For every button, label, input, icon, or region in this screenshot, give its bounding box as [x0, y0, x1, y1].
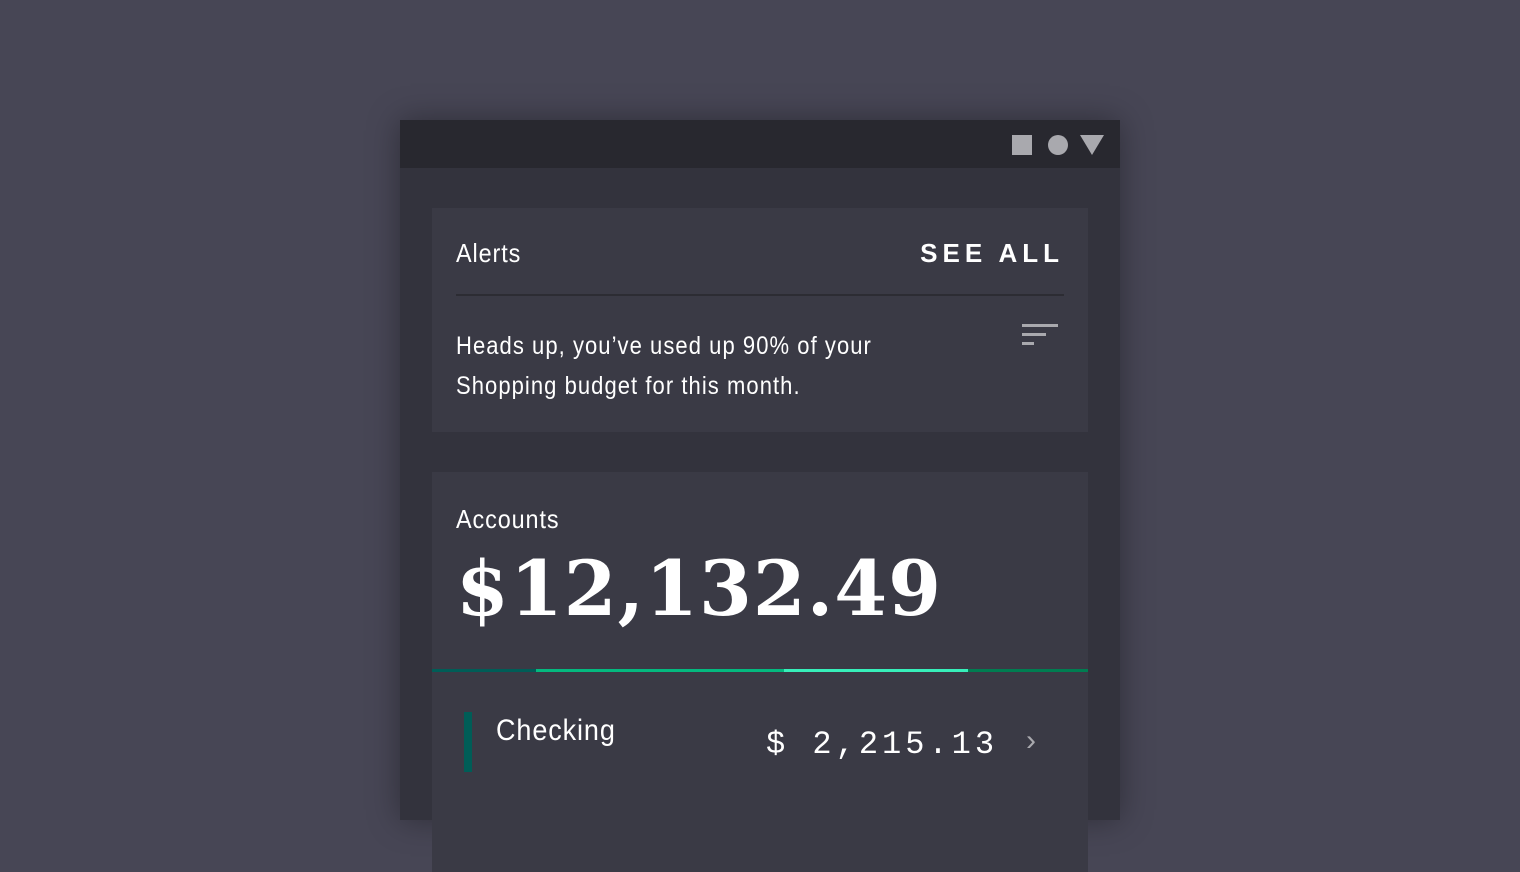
alerts-header: Alerts SEE ALL — [456, 208, 1064, 296]
sort-icon[interactable] — [1022, 324, 1058, 351]
account-color-stripe — [464, 712, 472, 772]
accounts-card: Accounts $12,132.49 Checking $ 2,215.13 … — [432, 472, 1088, 872]
accounts-title: Accounts — [456, 504, 560, 534]
account-amount: $ 2,215.13 — [766, 726, 999, 763]
accounts-total: $12,132.49 — [456, 544, 942, 633]
circle-icon[interactable] — [1048, 135, 1068, 155]
breakdown-segment — [536, 669, 785, 672]
accounts-breakdown-bar — [432, 669, 1088, 672]
chevron-right-icon[interactable]: › — [1026, 724, 1036, 758]
see-all-button[interactable]: SEE ALL — [920, 238, 1064, 269]
account-name: Checking — [496, 714, 616, 747]
triangle-icon[interactable] — [1080, 135, 1104, 155]
alerts-title: Alerts — [456, 238, 522, 268]
breakdown-segment — [967, 669, 1088, 672]
breakdown-segment — [432, 669, 537, 672]
status-bar — [400, 120, 1120, 168]
breakdown-segment — [784, 669, 968, 672]
account-row-checking[interactable]: Checking $ 2,215.13 › — [464, 712, 1064, 772]
alert-message: Heads up, you’ve used up 90% of your Sho… — [456, 332, 872, 400]
alerts-card: Alerts SEE ALL Heads up, you’ve used up … — [432, 208, 1088, 432]
square-icon[interactable] — [1012, 135, 1032, 155]
phone-frame: Alerts SEE ALL Heads up, you’ve used up … — [400, 120, 1120, 872]
